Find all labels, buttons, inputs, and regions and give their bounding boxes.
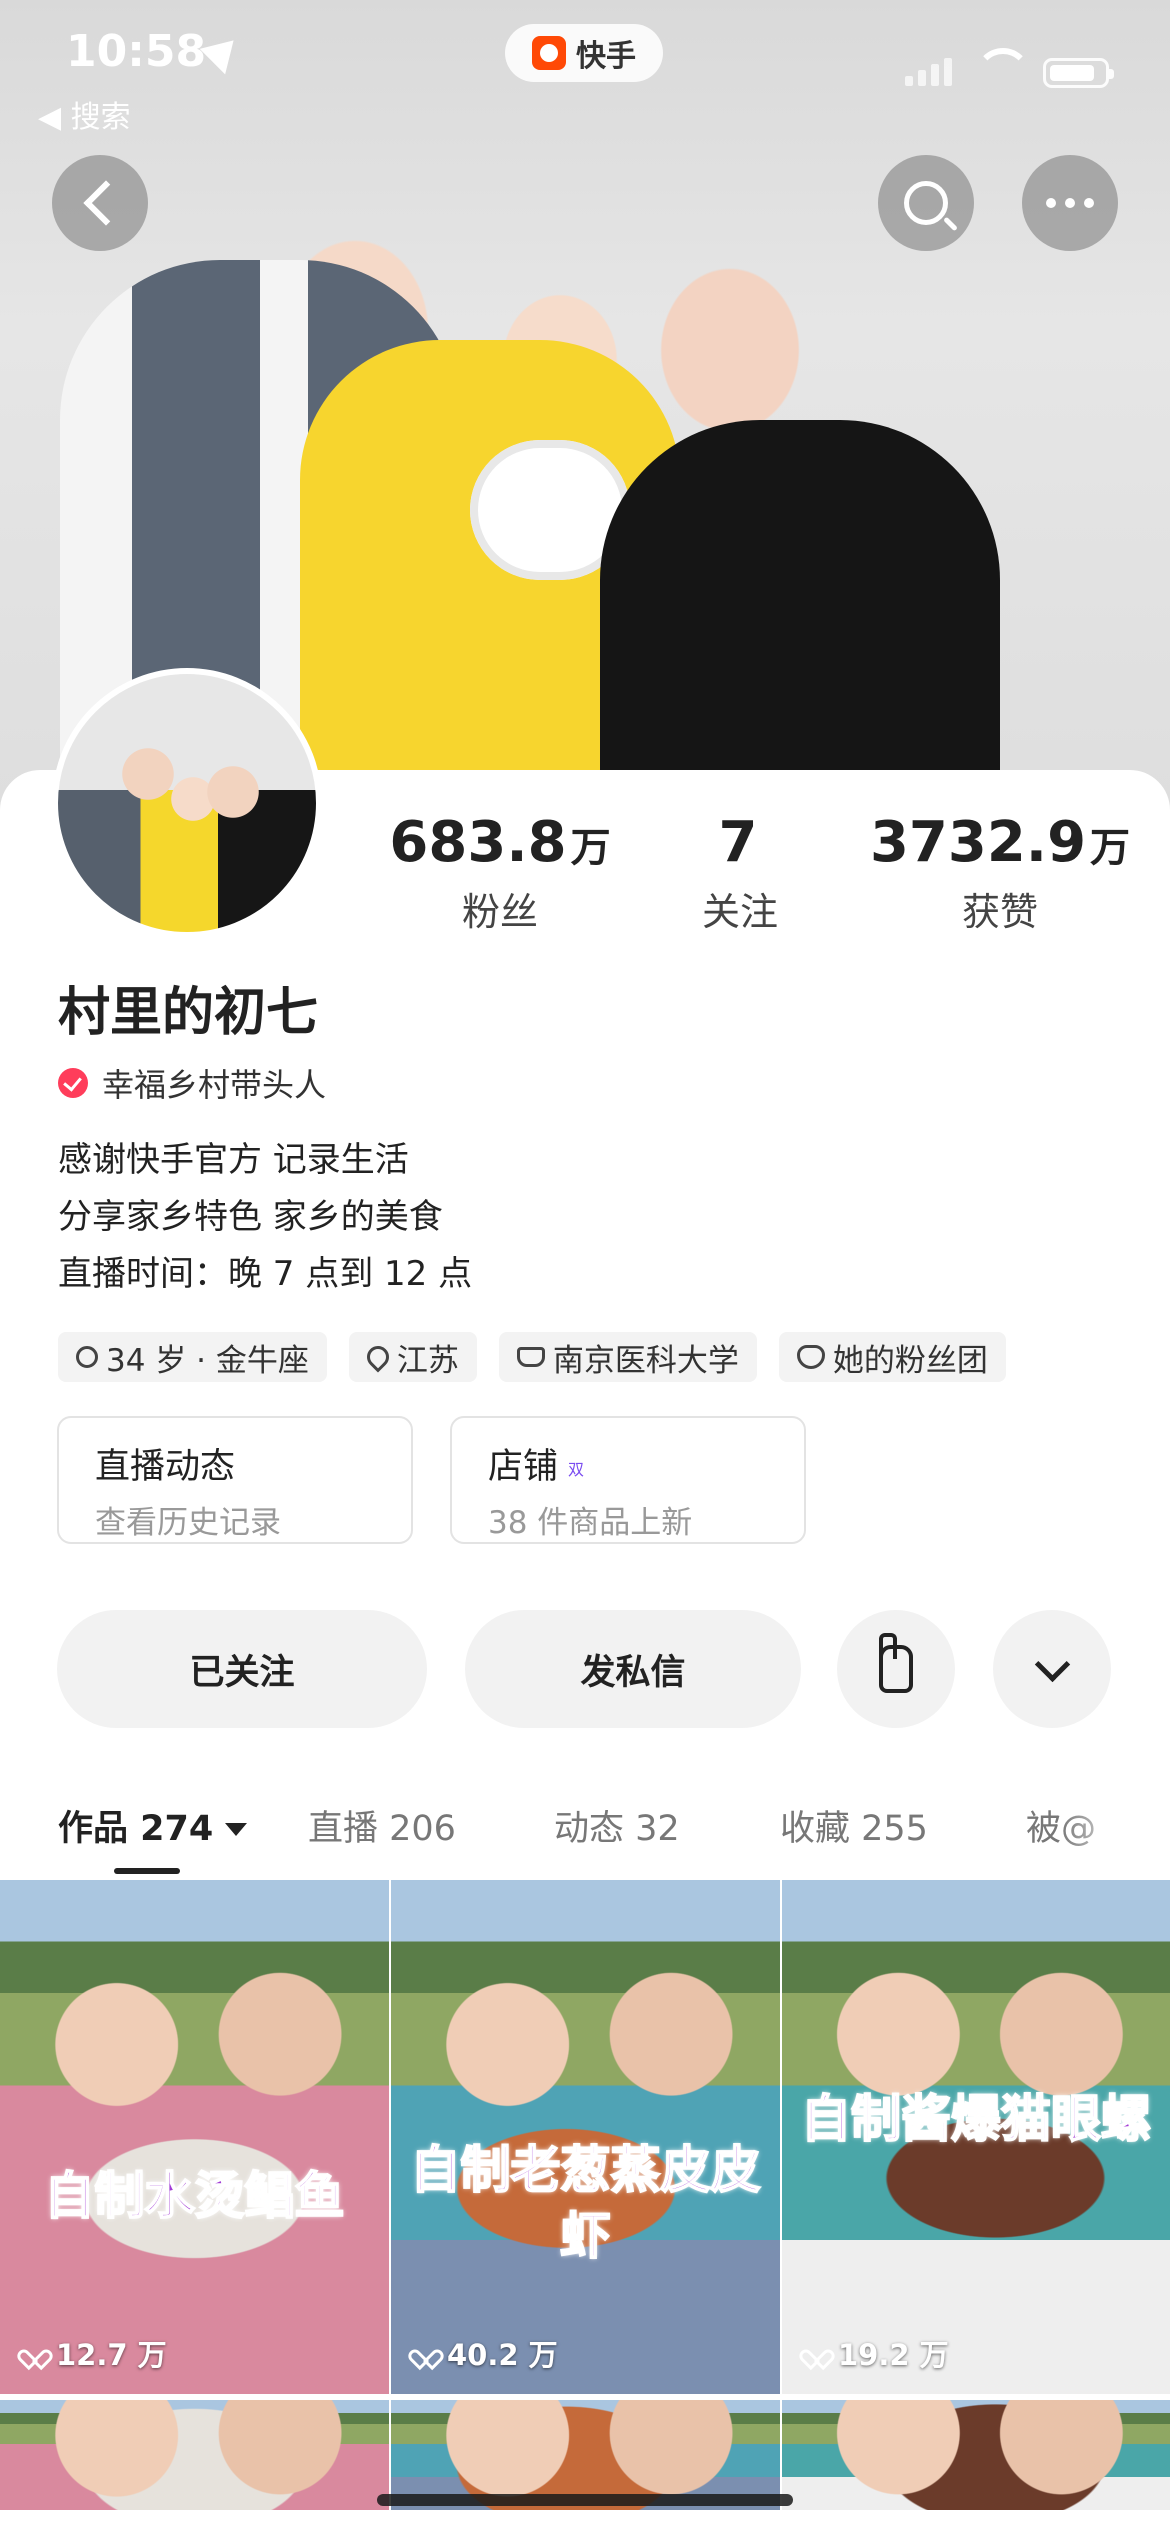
more-dots-icon [1046, 198, 1094, 208]
hand-tap-icon [879, 1633, 913, 1693]
active-tab-indicator [114, 1868, 180, 1874]
verified-badge[interactable]: 幸福乡村带头人 [58, 1060, 326, 1106]
tab-moments[interactable]: 动态 32 [554, 1800, 780, 1851]
stat-fans[interactable]: 683.8 万 粉丝 [380, 810, 620, 936]
stat-following[interactable]: 7 关注 [670, 810, 810, 936]
following-count: 7 [718, 810, 758, 875]
tag-school[interactable]: 南京医科大学 [498, 1332, 757, 1382]
expand-button[interactable] [993, 1610, 1111, 1728]
tag-location: 江苏 [348, 1332, 477, 1382]
home-indicator [377, 2494, 793, 2506]
tab-works[interactable]: 作品 274 [58, 1800, 308, 1851]
back-to-search-link[interactable]: ◀ 搜索 [38, 92, 131, 136]
tag-text: 她的粉丝团 [832, 1342, 988, 1379]
profile-bio: 感谢快手官方 记录生活 分享家乡特色 家乡的美食 直播时间：晚 7 点到 12 … [58, 1132, 472, 1303]
live-history-subtitle: 查看历史记录 [95, 1505, 281, 1541]
verified-title: 幸福乡村带头人 [102, 1066, 327, 1104]
likes-count: 3732.9 [869, 810, 1087, 875]
tag-text: 南京医科大学 [552, 1342, 739, 1379]
signal-icon [905, 58, 952, 86]
shop-promo-mark: 双 [568, 1460, 585, 1479]
video-cover-image [0, 1880, 389, 2394]
video-cover-image [782, 2400, 1170, 2510]
video-likes-count: 19.2 万 [838, 2338, 949, 2372]
fans-unit: 万 [570, 825, 611, 871]
school-icon [516, 1347, 545, 1367]
fans-count: 683.8 [389, 810, 567, 875]
back-button[interactable] [52, 155, 148, 251]
video-caption: 自制水烫鲳鱼 [44, 2166, 346, 2226]
chevron-left-icon [83, 180, 129, 226]
wifi-icon [975, 48, 1031, 84]
video-caption: 自制酱爆猫眼螺 [800, 2089, 1152, 2149]
profile-tags: 34 岁 · 金牛座 江苏 南京医科大学 她的粉丝团 [58, 1332, 1006, 1382]
bio-line: 感谢快手官方 记录生活 [58, 1140, 409, 1180]
video-caption: 自制老葱蒸皮皮虾 [410, 2140, 762, 2266]
following-label: 关注 [701, 890, 778, 934]
battery-icon [1043, 58, 1114, 88]
status-bar: 10:58 ◀ 搜索 快手 [0, 0, 1170, 135]
gender-icon [76, 1346, 98, 1368]
tag-age-zodiac: 34 岁 · 金牛座 [58, 1332, 327, 1382]
video-likes-count: 40.2 万 [447, 2338, 558, 2372]
app-badge: 快手 [505, 24, 663, 82]
more-options-button[interactable] [1022, 155, 1118, 251]
live-history-card[interactable]: 直播动态 查看历史记录 [57, 1416, 413, 1544]
cover-person-woman [600, 420, 1000, 820]
profile-stats: 683.8 万 粉丝 7 关注 3732.9 万 获赞 [380, 810, 1140, 936]
video-likes: 19.2 万 [804, 2332, 949, 2374]
caret-down-icon [225, 1823, 248, 1836]
bio-line: 直播时间：晚 7 点到 12 点 [58, 1254, 473, 1294]
heart-icon [804, 2341, 830, 2365]
followed-button[interactable]: 已关注 [57, 1610, 427, 1728]
status-time: 10:58 [66, 26, 207, 77]
tag-text: 34 岁 · 金牛座 [106, 1342, 309, 1379]
avatar[interactable] [52, 668, 322, 938]
location-icon [362, 1341, 394, 1373]
heart-icon [22, 2341, 48, 2365]
content-tabs: 作品 274 直播 206 动态 32 收藏 255 被@ [58, 1790, 1170, 1860]
video-likes: 12.7 万 [22, 2332, 167, 2374]
kuaishou-logo-icon [532, 36, 566, 70]
search-icon [904, 181, 948, 225]
search-button[interactable] [878, 155, 974, 251]
tab-live[interactable]: 直播 206 [308, 1800, 554, 1851]
tabs-fade [1060, 1770, 1170, 1880]
profile-name: 村里的初七 [58, 983, 319, 1043]
shop-card[interactable]: 店铺双 38 件商品上新 [450, 1416, 806, 1544]
app-name: 快手 [576, 39, 636, 74]
video-thumbnail[interactable]: 自制老葱蒸皮皮虾 40.2 万 [391, 1880, 780, 2394]
likes-label: 获赞 [961, 890, 1038, 934]
tab-favorites[interactable]: 收藏 255 [780, 1800, 1026, 1851]
tag-fan-group[interactable]: 她的粉丝团 [778, 1332, 1006, 1382]
live-history-title: 直播动态 [95, 1447, 236, 1487]
video-grid: 自制水烫鲳鱼 12.7 万 自制老葱蒸皮皮虾 40.2 万 自制酱爆猫眼螺 19… [0, 1880, 1170, 2510]
location-arrow-icon [199, 27, 247, 75]
message-button[interactable]: 发私信 [465, 1610, 801, 1728]
video-likes: 40.2 万 [413, 2332, 558, 2374]
stat-likes[interactable]: 3732.9 万 获赞 [860, 810, 1140, 936]
heart-icon [413, 2341, 439, 2365]
video-cover-image [0, 2400, 389, 2510]
chevron-down-icon [1034, 1646, 1070, 1682]
interact-button[interactable] [837, 1610, 955, 1728]
shop-subtitle: 38 件商品上新 [488, 1505, 693, 1541]
verified-check-icon [58, 1068, 88, 1098]
fans-label: 粉丝 [461, 890, 538, 934]
video-thumbnail[interactable] [782, 2400, 1170, 2510]
video-thumbnail[interactable]: 自制酱爆猫眼螺 19.2 万 [782, 1880, 1170, 2394]
bio-line: 分享家乡特色 家乡的美食 [58, 1197, 443, 1237]
tag-text: 江苏 [396, 1342, 459, 1379]
tab-label: 作品 274 [58, 1808, 214, 1849]
shop-title: 店铺 [488, 1447, 559, 1487]
video-thumbnail[interactable]: 自制水烫鲳鱼 12.7 万 [0, 1880, 389, 2394]
video-likes-count: 12.7 万 [56, 2338, 167, 2372]
likes-unit: 万 [1090, 825, 1131, 871]
fan-group-icon [796, 1345, 825, 1369]
video-thumbnail[interactable] [0, 2400, 389, 2510]
